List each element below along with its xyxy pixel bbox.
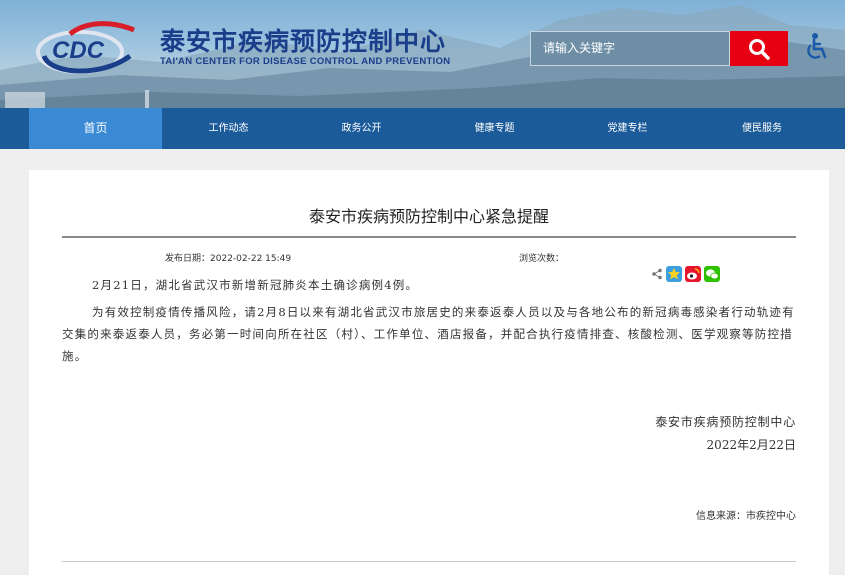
article-panel: 泰安市疾病预防控制中心紧急提醒 发布日期：2022-02-22 15:49 浏览… [29,170,829,575]
bottom-divider [62,561,796,562]
article-paragraph: 2月21日，湖北省武汉市新增新冠肺炎本土确诊病例4例。 [92,278,419,292]
signature-date: 2022年2月22日 [706,438,796,452]
publish-date: 发布日期：2022-02-22 15:49 [165,251,291,264]
info-source: 信息来源：市疾控中心 [696,507,796,522]
nav-item-home[interactable]: 首页 [29,108,162,149]
search-input[interactable]: 请输入关键字 [530,31,730,66]
site-header: CDC 泰安市疾病预防控制中心 TAI'AN CENTER FOR DISEAS… [0,0,845,108]
view-count: 浏览次数： [519,251,564,264]
views-label: 浏览次数： [519,254,565,264]
nav-item-party-building[interactable]: 党建专栏 [561,108,694,149]
svg-text:CDC: CDC [52,37,105,64]
cdc-logo: CDC [36,21,135,74]
main-nav: 首页 工作动态 政务公开 健康专题 党建专栏 便民服务 [0,108,845,149]
signature-org: 泰安市疾病预防控制中心 [655,415,796,429]
title-divider [62,236,796,238]
publish-value: 2022-02-22 15:49 [210,254,292,264]
source-value: 市疾控中心 [746,511,796,522]
wheelchair-icon[interactable] [803,32,831,62]
nav-item-health-topics[interactable]: 健康专题 [428,108,561,149]
nav-item-gov-affairs[interactable]: 政务公开 [295,108,428,149]
site-subtitle: TAI'AN CENTER FOR DISEASE CONTROL AND PR… [160,56,451,67]
search-button[interactable] [730,31,788,66]
site-title: 泰安市疾病预防控制中心 [160,27,447,56]
article-title: 泰安市疾病预防控制中心紧急提醒 [308,207,549,226]
article-paragraph: 为有效控制疫情传播风险，请2月8日以来有湖北省武汉市旅居史的来泰返泰人员以及与各… [62,305,795,363]
nav-item-work-news[interactable]: 工作动态 [162,108,295,149]
nav-item-public-services[interactable]: 便民服务 [694,108,830,149]
publish-label: 发布日期： [165,254,211,264]
search-icon [749,38,770,60]
source-label: 信息来源： [696,511,746,522]
